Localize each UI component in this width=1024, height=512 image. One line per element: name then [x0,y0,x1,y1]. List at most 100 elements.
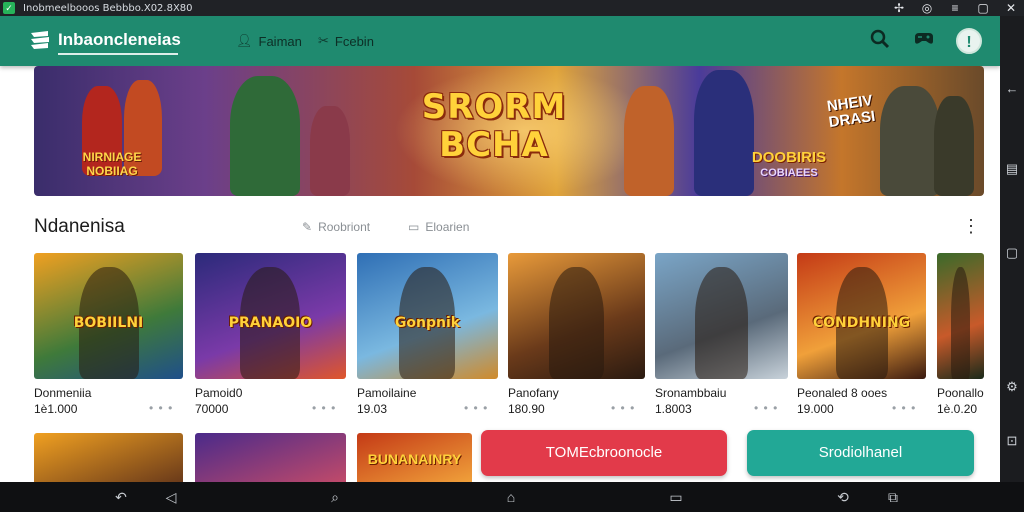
chat-icon: ▭ [408,220,420,234]
android-navbar: ↶ ◁ ⌕ ⌂ ▭ ⟲ ⧉ [0,482,1024,512]
section-title: Ndanenisa [34,216,125,237]
game-thumbnail-title: PRANAOIO [228,315,313,331]
game-card[interactable]: BOBIILNI Donmeniia 1è1.000 • • • [34,253,183,419]
game-card[interactable]: Poonallo 1è.0.20 [937,253,984,419]
game-title: Sronambbaiu [655,386,727,400]
banner-left-caption-line: NOBIIAG [86,164,138,178]
game-card[interactable]: Gonpnik Pamoilaine 19.03 • • • [357,253,498,419]
emulator-window: ✓ Inobmeelbooos Bebbbo.X02.8X80 ✢ ◎ ≡ ▢ … [0,0,1024,512]
game-card[interactable]: Sronambbaiu 1.8003 • • • [655,253,788,419]
card-more-icon[interactable]: • • • [892,401,916,415]
banner-left-caption-line: NIRNIAGE [82,150,142,164]
screen-icon[interactable]: ⌕ [326,488,344,506]
search-icon[interactable] [868,29,892,53]
game-thumbnail-title: CONDHNING [812,315,911,331]
nav-item-label: Faiman [258,33,302,49]
edit-icon: ✎ [302,220,313,234]
game-title: Panofany [508,386,559,400]
banner-hero-figure [934,96,974,196]
target-icon[interactable]: ◎ [920,1,934,15]
card-more-icon[interactable]: • • • [611,401,635,415]
emulator-side-toolbar: ← ▤ ▢ ⚙ ⊡ [1000,16,1024,482]
game-download-count: 1è1.000 [34,402,78,416]
secondary-action-button[interactable]: Srodiolhanel [747,430,974,476]
home-icon[interactable]: ⌂ [502,488,520,506]
game-character-figure [951,267,970,379]
banner-title-line: BCHA [439,125,549,165]
banner-title-line: SRORM [421,87,567,127]
brand-underline [58,53,178,55]
tools-icon: ✂ [318,33,329,48]
game-thumbnail[interactable]: BUNANAINRY [357,433,472,482]
game-thumbnail[interactable] [195,433,346,482]
game-card[interactable]: PRANAOIO Pamoid0 70000 • • • [195,253,346,419]
app-screen: Inbaoncleneias 👤︎ Faiman ✂ Fcebin ! NIRN… [0,16,1000,482]
game-character-figure [695,267,748,379]
nav-item-fcebin[interactable]: ✂ Fcebin [318,33,374,49]
help-button[interactable]: ! [956,28,982,54]
game-thumbnail[interactable]: CONDHNING [797,253,926,379]
window-titlebar: ✓ Inobmeelbooos Bebbbo.X02.8X80 ✢ ◎ ≡ ▢ … [0,0,1024,16]
card-more-icon[interactable]: • • • [312,401,336,415]
menu-icon[interactable]: ≡ [948,1,962,15]
game-download-count: 1è.0.20 [937,402,978,416]
banner-hero-figure [624,86,674,196]
banner-subtitle: DOOBIRIS [751,149,827,166]
banner-right-caption: NHEIV DRASI [814,91,888,132]
banner-left-caption: NIRNIAGE NOBIIAG [52,150,172,178]
multi-window-icon[interactable]: ⧉ [884,488,902,506]
more-options-icon[interactable]: ⋮ [962,216,980,237]
card-more-icon[interactable]: • • • [754,401,778,415]
game-thumbnail[interactable]: PRANAOIO [195,253,346,379]
banner-hero-figure [230,76,300,196]
game-download-count: 19.000 [797,402,834,416]
banner-title: SRORM BCHA [414,88,574,164]
game-thumbnail[interactable]: BOBIILNI [34,253,183,379]
back-arrow-icon[interactable]: ← [1003,80,1021,98]
recents-icon[interactable]: ▭ [667,488,685,506]
game-thumbnail-title: BOBIILNI [73,315,144,331]
window-icon[interactable]: ▤ [1003,160,1021,178]
nav-item-label: Fcebin [334,33,374,49]
section-link-eloarien[interactable]: ▭ Eloarien [408,220,469,234]
square-icon[interactable]: ▢ [1003,244,1021,262]
featured-banner[interactable]: NIRNIAGE NOBIIAG SRORM BCHA NHEIV DRASI … [34,66,984,196]
game-download-count: 1.8003 [655,402,692,416]
game-thumbnail-title: BUNANAINRY [367,451,462,467]
card-more-icon[interactable]: • • • [149,401,173,415]
gamepad-icon[interactable] [912,29,936,53]
section-link-label: Eloarien [425,220,470,234]
shortcut-icon[interactable]: ⊡ [1003,432,1021,450]
banner-subtitle-small: COBIAEES [760,167,818,179]
game-download-count: 70000 [195,402,229,416]
app-brand[interactable]: Inbaoncleneias [58,30,181,50]
section-link-roobriont[interactable]: ✎ Roobriont [302,220,370,234]
card-more-icon[interactable]: • • • [464,401,488,415]
game-thumbnail[interactable] [508,253,645,379]
rotate-icon[interactable]: ⟲ [834,488,852,506]
nav-item-faiman[interactable]: 👤︎ Faiman [236,33,302,49]
game-thumbnail[interactable] [937,253,984,379]
game-title: Pamoilaine [357,386,417,400]
brand-logo-icon [31,31,49,49]
game-download-count: 19.03 [357,402,388,416]
pin-icon[interactable]: ✢ [892,1,906,15]
close-icon[interactable]: ✕ [1004,1,1018,15]
restore-icon[interactable]: ▢ [976,1,990,15]
game-thumbnail[interactable] [655,253,788,379]
emulator-app-icon: ✓ [3,2,15,14]
app-header: Inbaoncleneias 👤︎ Faiman ✂ Fcebin ! [0,16,1000,66]
section-link-label: Roobriont [318,220,371,234]
volume-icon[interactable]: ◁ [162,488,180,506]
game-card[interactable]: Panofany 180.90 • • • [508,253,645,419]
game-card[interactable]: CONDHNING Peonaled 8 ooes 19.000 • • • [797,253,926,419]
primary-action-button[interactable]: TOMEcbroonocle [481,430,727,476]
banner-hero-figure [310,106,350,196]
settings-icon[interactable]: ⚙ [1003,378,1021,396]
game-character-figure [549,267,604,379]
game-thumbnail[interactable] [34,433,183,482]
game-title: Pamoid0 [195,386,243,400]
window-controls: ✢ ◎ ≡ ▢ ✕ [892,0,1018,16]
back-icon[interactable]: ↶ [112,488,130,506]
game-thumbnail[interactable]: Gonpnik [357,253,498,379]
